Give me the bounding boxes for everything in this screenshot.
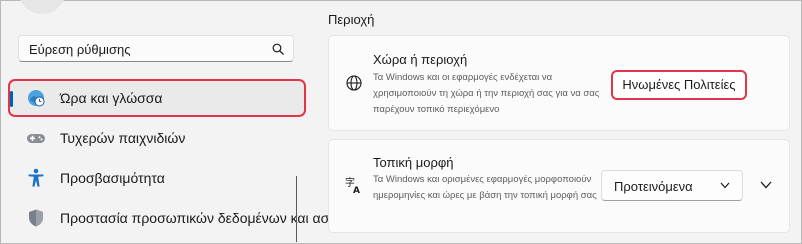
language-format-icon: 字 A <box>345 176 360 194</box>
sidebar-item-accessibility[interactable]: Προσβασιμότητα <box>10 161 304 195</box>
country-region-description: Τα Windows και οι εφαρμογές ενδέχεται να… <box>373 72 600 115</box>
globe-icon <box>346 75 362 91</box>
sidebar-item-privacy-security[interactable]: Προστασία προσωπικών δεδομένων και ασφάλ… <box>10 201 371 235</box>
svg-text:A: A <box>353 186 360 194</box>
sidebar-item-label: Προστασία προσωπικών δεδομένων και ασφάλ… <box>60 210 371 226</box>
regional-format-value: Προτεινόμενα <box>614 179 693 194</box>
sidebar-item-label: Τυχερών παιχνιδιών <box>60 130 186 146</box>
country-region-title: Χώρα ή περιοχή <box>373 52 468 67</box>
regional-format-description: Τα Windows και ορισμένες εφαρμογές μορφο… <box>373 174 597 201</box>
gamepad-icon <box>27 134 45 143</box>
selection-indicator <box>10 91 13 107</box>
regional-format-dropdown[interactable]: Προτεινόμενα <box>601 170 743 201</box>
time-language-icon <box>28 90 45 107</box>
regional-format-title: Τοπική μορφή <box>373 155 454 170</box>
chevron-down-icon <box>720 182 730 189</box>
sidebar-item-label: Ώρα και γλώσσα <box>60 90 163 106</box>
search-input[interactable]: Εύρεση ρύθμισης <box>18 35 294 62</box>
search-icon[interactable] <box>272 43 284 55</box>
text-cursor <box>296 176 297 242</box>
section-title: Περιοχή <box>328 12 375 27</box>
expand-chevron-icon[interactable] <box>760 181 772 189</box>
sidebar-item-gaming[interactable]: Τυχερών παιχνιδιών <box>10 121 304 155</box>
sidebar-item-label: Προσβασιμότητα <box>60 170 165 186</box>
search-input-text: Εύρεση ρύθμισης <box>29 42 131 57</box>
accessibility-icon <box>28 168 44 187</box>
sidebar-item-time-language[interactable]: Ώρα και γλώσσα <box>8 79 306 117</box>
country-region-dropdown[interactable]: Ηνωμένες Πολιτείες <box>611 70 747 100</box>
shield-icon <box>29 209 43 227</box>
